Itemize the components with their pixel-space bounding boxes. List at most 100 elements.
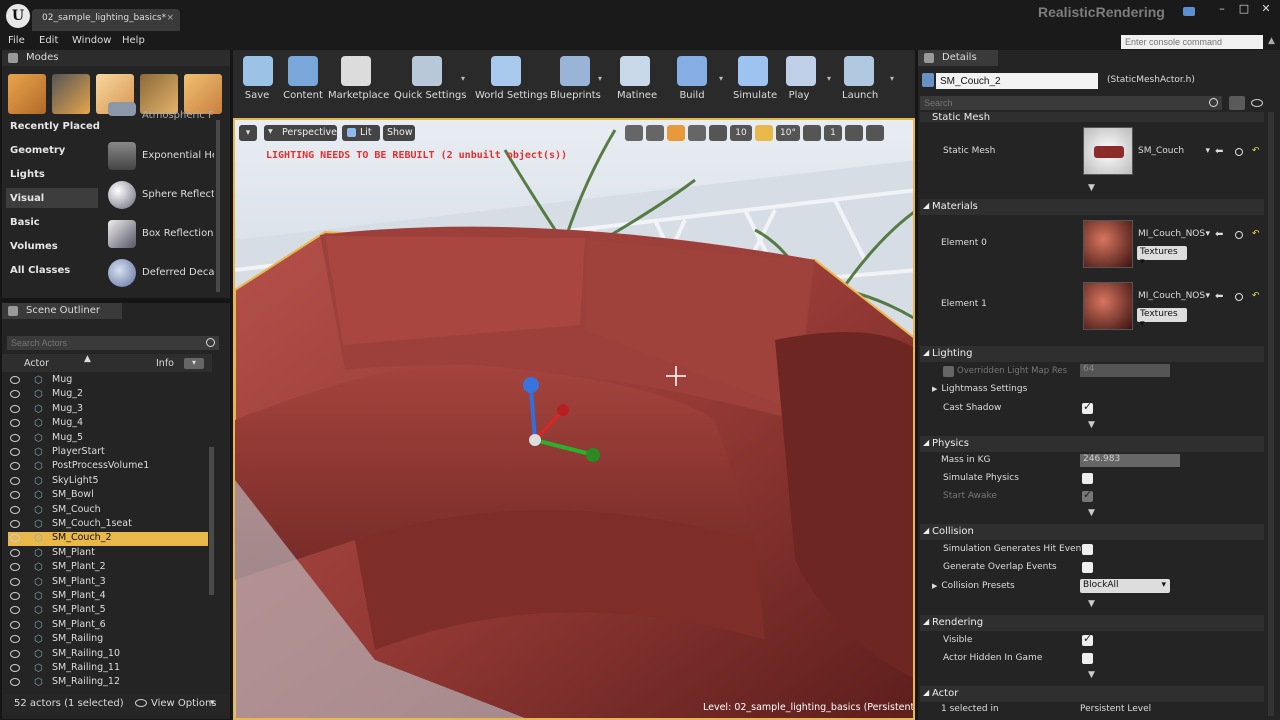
visibility-eye-icon[interactable] [10,433,20,442]
table-row[interactable]: ⬡ Mug_2 [8,388,208,402]
details-scrollbar[interactable] [1268,112,1274,716]
collision-presets-label[interactable]: ▶ Collision Presets [932,581,1015,591]
translate-tool-icon[interactable] [625,125,643,141]
visibility-eye-icon[interactable] [10,548,20,557]
toolbar-blueprints-button[interactable]: Blueprints [550,56,601,114]
category-geometry[interactable]: Geometry [10,145,65,156]
place-item-exponential-height-fog[interactable]: Exponential He [106,136,216,174]
toolbar-marketplace-button[interactable]: Marketplace [328,56,389,114]
place-item-atmospheric-fog[interactable]: Atmospheric F [106,100,216,138]
toolbar-launch-button[interactable]: Launch [842,56,878,114]
rotation-snap-icon[interactable] [755,125,773,141]
start-awake-checkbox[interactable] [1082,488,1093,502]
material-0-reset-icon[interactable]: ↶ [1252,229,1260,239]
table-row[interactable]: ⬡ SM_Plant_2 [8,561,208,575]
rendering-section-header[interactable]: ◢ Rendering [920,615,1264,631]
table-row[interactable]: ⬡ SM_Bowl [8,489,208,503]
table-row[interactable]: ⬡ PlayerStart [8,446,208,460]
grid-snap-value[interactable]: 10 [730,125,752,141]
reset-default-icon[interactable]: ↶ [1252,146,1260,156]
visibility-eye-icon[interactable] [10,376,20,384]
surface-snap-icon[interactable] [709,125,727,141]
visibility-eye-icon[interactable] [10,563,20,572]
toolbar-world-settings-button[interactable]: World Settings [475,56,548,114]
collision-presets-dropdown[interactable]: BlockAll ▾ [1080,579,1170,593]
toolbar-play-button[interactable]: Play [786,56,816,114]
static-mesh-section-header[interactable]: Static Mesh [920,112,1264,122]
cast-shadow-checkbox[interactable] [1082,400,1093,414]
outliner-scrollbar[interactable] [209,447,214,595]
material-1-arrow-icon[interactable]: ⬅ [1215,291,1223,302]
category-recently-placed[interactable]: Recently Placed [10,121,100,132]
table-row[interactable]: ⬡ SM_Plant_3 [8,576,208,590]
column-actor[interactable]: Actor [24,358,49,369]
table-row[interactable]: ⬡ Mug_5 [8,432,208,446]
visibility-eye-icon[interactable] [10,520,20,528]
visibility-eye-icon[interactable] [10,577,20,586]
table-row[interactable]: ⬡ SM_Plant_4 [8,590,208,604]
show-button[interactable]: Show [383,125,415,141]
collision-section-header[interactable]: ◢ Collision [920,524,1264,540]
toolbar-dropdown-arrow-icon[interactable]: ▾ [827,74,831,83]
visibility-eye-icon[interactable] [10,678,20,687]
visibility-eye-icon[interactable] [10,664,20,672]
materials-section-header[interactable]: ◢ Materials [920,199,1264,215]
toolbar-save-button[interactable]: Save [243,56,273,114]
menu-help[interactable]: Help [122,35,145,46]
use-selected-arrow-icon[interactable]: ⬅ [1215,146,1223,157]
document-tab[interactable]: 02_sample_lighting_basics* × [32,9,180,31]
category-basic[interactable]: Basic [10,217,40,228]
actor-name-input[interactable] [936,73,1098,89]
visibility-eye-icon[interactable] [10,620,20,629]
overridden-lightmap-value[interactable]: 64 [1080,364,1170,377]
visibility-eye-icon[interactable] [10,592,20,600]
material-1-value[interactable]: MI_Couch_NOS ▾ [1138,291,1210,301]
visibility-eye-icon[interactable] [10,462,20,471]
toolbar-quick-settings-button[interactable]: Quick Settings [394,56,466,114]
place-item-sphere-reflection[interactable]: Sphere Reflect [106,175,216,213]
rotation-snap-value[interactable]: 10° [776,125,800,141]
visibility-eye-icon[interactable] [10,448,20,456]
browse-search-icon[interactable] [1235,148,1243,156]
expand-arrow-icon[interactable]: ▼ [1088,183,1095,193]
generate-overlap-checkbox[interactable] [1082,562,1093,573]
table-row[interactable]: ⬡ SM_Railing [8,633,208,647]
material-1-textures-button[interactable]: Textures ▾ [1137,308,1187,329]
mass-value[interactable]: 246.983 [1080,454,1180,467]
details-search-input[interactable] [920,96,1222,110]
column-dropdown-icon[interactable]: ▾ [184,358,204,369]
toolbar-dropdown-arrow-icon[interactable]: ▾ [890,74,894,83]
rotate-tool-icon[interactable] [646,125,664,141]
view-options-button[interactable]: View Options [151,698,217,709]
toolbar-dropdown-arrow-icon[interactable]: ▾ [461,74,465,83]
table-row[interactable]: ⬡ SM_Couch_2 [8,532,208,547]
visible-checkbox[interactable] [1082,632,1093,646]
column-info[interactable]: Info [156,358,174,369]
visibility-eye-icon[interactable] [1251,99,1263,107]
static-mesh-value[interactable]: SM_Couch ▾ [1138,146,1210,156]
actor-section-header[interactable]: ◢ Actor [920,686,1264,702]
visibility-eye-icon[interactable] [10,534,20,543]
actor-hidden-checkbox[interactable] [1082,653,1093,664]
place-mode-icon[interactable] [8,74,46,114]
search-actors-input[interactable] [7,336,219,350]
toolbar-matinee-button[interactable]: Matinee [617,56,657,114]
visibility-eye-icon[interactable] [10,419,20,428]
actor-class-link[interactable]: (StaticMeshActor.h) [1107,75,1195,85]
expand-arrow-icon[interactable]: ▼ [1088,508,1095,518]
toolbar-content-button[interactable]: Content [283,56,323,114]
menu-window[interactable]: Window [72,35,111,46]
table-row[interactable]: ⬡ SM_Railing_12 [8,676,208,690]
scale-snap-value[interactable]: 1 [824,125,842,141]
console-command-input[interactable] [1121,35,1263,49]
visibility-eye-icon[interactable] [10,491,20,500]
lightmass-settings-label[interactable]: ▶ Lightmass Settings [932,384,1027,394]
category-volumes[interactable]: Volumes [10,241,58,252]
console-scroll-icon[interactable]: ▲ [1268,36,1278,48]
lit-button[interactable]: Lit [342,125,380,141]
modes-scrollbar[interactable] [216,120,220,292]
material-1-search-icon[interactable] [1235,293,1243,301]
visibility-eye-icon[interactable] [10,606,20,615]
expand-arrow-icon[interactable]: ▼ [1088,670,1095,680]
scene-outliner-tab[interactable]: Scene Outliner [2,303,122,319]
